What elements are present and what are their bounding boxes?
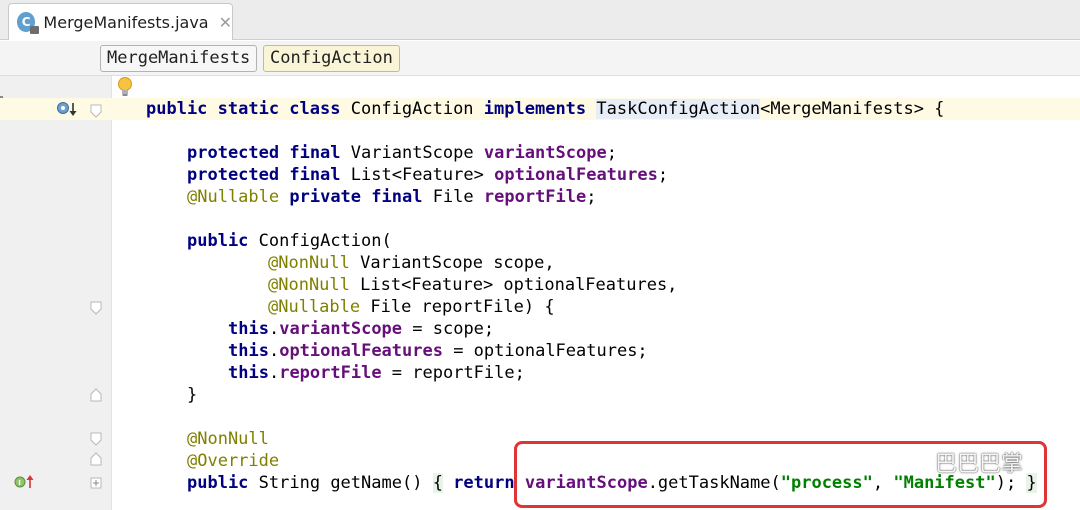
class-name: ConfigAction bbox=[350, 99, 474, 119]
breadcrumb-item-merge-manifests[interactable]: MergeManifests bbox=[100, 45, 258, 72]
code-line-annotation: @Override bbox=[187, 450, 279, 472]
breadcrumb: MergeManifests ConfigAction bbox=[0, 41, 1080, 76]
code-line-brace: } bbox=[187, 384, 197, 406]
annotation: @Nullable bbox=[268, 297, 361, 317]
annotation: @NonNull bbox=[268, 253, 350, 273]
fold-marker[interactable] bbox=[90, 104, 102, 118]
field-name: variantScope bbox=[483, 143, 607, 163]
code-line-parameter: @NonNull VariantScope scope, bbox=[268, 252, 555, 274]
annotation: @NonNull bbox=[268, 275, 350, 295]
watermark: 巴巴巴掌 bbox=[893, 442, 1023, 482]
code-line-class-declaration: public static class ConfigAction impleme… bbox=[146, 98, 944, 120]
keyword: protected final bbox=[187, 165, 341, 185]
editor-tab-bar: C MergeManifests.java ✕ bbox=[0, 0, 1080, 40]
code-line-assignment: this.optionalFeatures = optionalFeatures… bbox=[228, 340, 648, 362]
code-line-assignment: this.variantScope = scope; bbox=[228, 318, 494, 340]
lock-icon bbox=[30, 26, 40, 34]
code-line-parameter: @Nullable File reportFile) { bbox=[268, 296, 555, 318]
code-text: . bbox=[268, 363, 280, 383]
code-text: = reportFile; bbox=[381, 363, 525, 383]
code-line-constructor: public ConfigAction( bbox=[187, 230, 392, 252]
code-text: VariantScope scope, bbox=[360, 253, 555, 273]
code-line-field: @Nullable private final File reportFile; bbox=[187, 186, 597, 208]
interface-name: TaskConfigAction bbox=[596, 99, 761, 119]
keyword: implements bbox=[483, 99, 587, 119]
field-name: optionalFeatures bbox=[279, 341, 443, 361]
code-line-assignment: this.reportFile = reportFile; bbox=[228, 362, 525, 384]
annotation: @Override bbox=[187, 451, 280, 471]
code-line-parameter: @NonNull List<Feature> optionalFeatures, bbox=[268, 274, 677, 296]
wechat-icon bbox=[894, 450, 927, 474]
code-text: <MergeManifests> { bbox=[760, 99, 945, 119]
keyword: this bbox=[228, 363, 269, 383]
annotation: @NonNull bbox=[187, 429, 269, 449]
code-text: File reportFile) { bbox=[370, 297, 555, 317]
close-icon[interactable]: ✕ bbox=[219, 13, 232, 32]
field-name: reportFile bbox=[279, 363, 382, 383]
code-text: } bbox=[187, 385, 198, 405]
field-name: optionalFeatures bbox=[494, 165, 658, 185]
keyword: return bbox=[453, 473, 515, 493]
code-text: = scope; bbox=[402, 319, 495, 339]
watermark-text: 巴巴巴掌 bbox=[935, 452, 1024, 477]
tab-merge-manifests[interactable]: C MergeManifests.java ✕ bbox=[8, 3, 233, 40]
implements-icon[interactable] bbox=[55, 100, 81, 118]
type-name: List<Feature> bbox=[350, 165, 484, 185]
keyword: private final bbox=[289, 187, 423, 207]
keyword: protected final bbox=[187, 143, 341, 163]
keyword: public static class bbox=[146, 99, 341, 119]
keyword: public bbox=[187, 231, 249, 251]
code-text: ConfigAction( bbox=[258, 231, 392, 251]
code-text: = optionalFeatures; bbox=[442, 341, 648, 361]
code-text: ; bbox=[606, 143, 617, 163]
fold-marker[interactable] bbox=[90, 388, 102, 402]
type-name: File bbox=[432, 187, 474, 207]
method-signature: String getName() bbox=[258, 473, 423, 493]
fold-marker[interactable] bbox=[90, 432, 102, 446]
keyword: this bbox=[228, 341, 269, 361]
breadcrumb-item-config-action[interactable]: ConfigAction bbox=[263, 45, 400, 72]
code-text: List<Feature> optionalFeatures, bbox=[360, 275, 678, 295]
field-name: reportFile bbox=[483, 187, 587, 207]
annotation: @Nullable bbox=[187, 187, 280, 207]
code-line-field: protected final VariantScope variantScop… bbox=[187, 142, 617, 164]
keyword: this bbox=[228, 319, 269, 339]
folded-brace[interactable]: { bbox=[432, 473, 443, 493]
code-line-field: protected final List<Feature> optionalFe… bbox=[187, 164, 668, 186]
code-line-annotation: @NonNull bbox=[187, 428, 269, 450]
keyword: public bbox=[187, 473, 249, 493]
svg-text:I: I bbox=[18, 479, 21, 487]
field-name: variantScope bbox=[279, 319, 403, 339]
type-name: VariantScope bbox=[350, 143, 474, 163]
code-text: ; bbox=[586, 187, 597, 207]
java-class-icon: C bbox=[17, 12, 40, 34]
fold-marker[interactable] bbox=[90, 452, 102, 466]
expand-fold-icon[interactable] bbox=[90, 476, 102, 490]
code-text: . bbox=[268, 341, 280, 361]
code-text: . bbox=[268, 319, 280, 339]
fold-marker[interactable] bbox=[90, 301, 102, 315]
code-text: ; bbox=[657, 165, 669, 185]
tab-label: MergeManifests.java bbox=[43, 12, 209, 32]
lightbulb-icon[interactable] bbox=[117, 76, 133, 98]
override-icon[interactable]: I bbox=[14, 473, 40, 491]
